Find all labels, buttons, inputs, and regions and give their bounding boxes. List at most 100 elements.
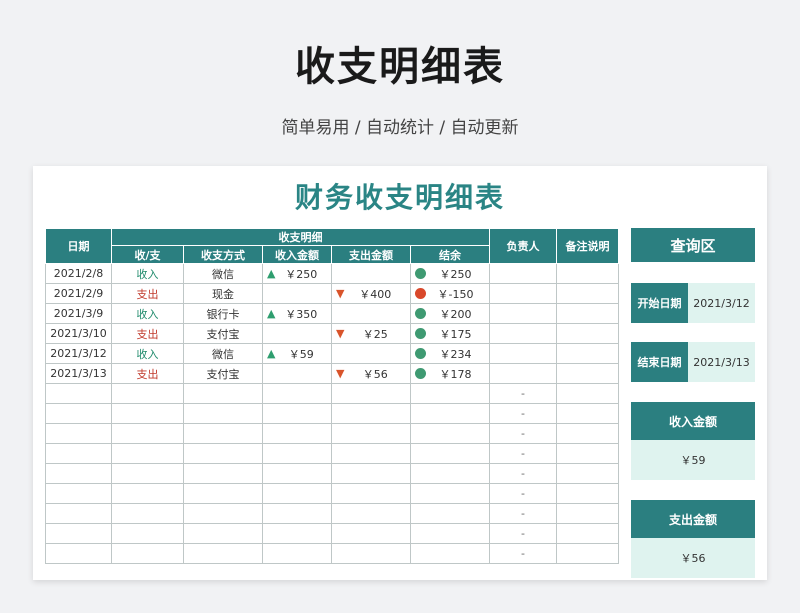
balance-cell[interactable]: ￥175 xyxy=(410,323,490,344)
balance-cell[interactable]: - xyxy=(489,423,557,444)
empty-cell[interactable] xyxy=(183,443,263,464)
empty-cell[interactable] xyxy=(556,503,619,524)
method-cell[interactable]: 微信 xyxy=(183,263,263,284)
empty-cell[interactable] xyxy=(331,383,411,404)
empty-cell[interactable] xyxy=(262,443,332,464)
owner-cell[interactable] xyxy=(489,263,557,284)
empty-cell[interactable] xyxy=(410,383,490,404)
note-cell[interactable] xyxy=(556,263,619,284)
empty-cell[interactable] xyxy=(183,463,263,484)
balance-cell[interactable]: ￥178 xyxy=(410,363,490,384)
empty-cell[interactable] xyxy=(410,483,490,504)
balance-cell[interactable]: - xyxy=(489,463,557,484)
empty-cell[interactable] xyxy=(556,463,619,484)
method-cell[interactable]: 支付宝 xyxy=(183,363,263,384)
balance-cell[interactable]: - xyxy=(489,443,557,464)
empty-cell[interactable] xyxy=(331,543,411,564)
method-cell[interactable]: 支付宝 xyxy=(183,323,263,344)
empty-cell[interactable] xyxy=(111,463,184,484)
owner-cell[interactable] xyxy=(489,323,557,344)
empty-cell[interactable] xyxy=(556,543,619,564)
balance-cell[interactable]: - xyxy=(489,503,557,524)
balance-cell[interactable]: ￥250 xyxy=(410,263,490,284)
empty-cell[interactable] xyxy=(45,503,112,524)
empty-cell[interactable] xyxy=(45,403,112,424)
empty-cell[interactable] xyxy=(45,423,112,444)
empty-cell[interactable] xyxy=(331,443,411,464)
method-cell[interactable]: 微信 xyxy=(183,343,263,364)
type-cell[interactable]: 支出 xyxy=(111,323,184,344)
empty-cell[interactable] xyxy=(410,523,490,544)
empty-cell[interactable] xyxy=(183,483,263,504)
note-cell[interactable] xyxy=(556,283,619,304)
owner-cell[interactable] xyxy=(489,303,557,324)
empty-cell[interactable] xyxy=(183,523,263,544)
empty-cell[interactable] xyxy=(556,403,619,424)
expense-cell[interactable] xyxy=(331,263,411,284)
empty-cell[interactable] xyxy=(331,463,411,484)
type-cell[interactable]: 支出 xyxy=(111,283,184,304)
empty-cell[interactable] xyxy=(556,423,619,444)
empty-cell[interactable] xyxy=(111,383,184,404)
empty-cell[interactable] xyxy=(45,463,112,484)
income-cell[interactable]: ▲ ￥250 xyxy=(262,263,332,284)
type-cell[interactable]: 支出 xyxy=(111,363,184,384)
empty-cell[interactable] xyxy=(331,503,411,524)
empty-cell[interactable] xyxy=(262,523,332,544)
owner-cell[interactable] xyxy=(489,363,557,384)
balance-cell[interactable]: ￥200 xyxy=(410,303,490,324)
empty-cell[interactable] xyxy=(410,423,490,444)
balance-cell[interactable]: - xyxy=(489,403,557,424)
date-cell[interactable]: 2021/3/13 xyxy=(45,363,112,384)
empty-cell[interactable] xyxy=(111,523,184,544)
expense-cell[interactable]: ▼ ￥400 xyxy=(331,283,411,304)
empty-cell[interactable] xyxy=(331,403,411,424)
date-cell[interactable]: 2021/3/10 xyxy=(45,323,112,344)
empty-cell[interactable] xyxy=(410,503,490,524)
empty-cell[interactable] xyxy=(183,383,263,404)
empty-cell[interactable] xyxy=(45,443,112,464)
empty-cell[interactable] xyxy=(183,543,263,564)
empty-cell[interactable] xyxy=(45,383,112,404)
empty-cell[interactable] xyxy=(556,523,619,544)
empty-cell[interactable] xyxy=(45,483,112,504)
date-cell[interactable]: 2021/2/9 xyxy=(45,283,112,304)
balance-cell[interactable]: - xyxy=(489,523,557,544)
method-cell[interactable]: 现金 xyxy=(183,283,263,304)
empty-cell[interactable] xyxy=(262,403,332,424)
empty-cell[interactable] xyxy=(183,403,263,424)
expense-cell[interactable] xyxy=(331,343,411,364)
empty-cell[interactable] xyxy=(183,423,263,444)
empty-cell[interactable] xyxy=(262,543,332,564)
start-date-value[interactable]: 2021/3/12 xyxy=(688,283,755,323)
empty-cell[interactable] xyxy=(45,543,112,564)
balance-cell[interactable]: - xyxy=(489,383,557,404)
empty-cell[interactable] xyxy=(331,423,411,444)
balance-cell[interactable]: - xyxy=(489,543,557,564)
note-cell[interactable] xyxy=(556,343,619,364)
type-cell[interactable]: 收入 xyxy=(111,343,184,364)
empty-cell[interactable] xyxy=(111,423,184,444)
empty-cell[interactable] xyxy=(262,383,332,404)
income-cell[interactable]: ▲ ￥59 xyxy=(262,343,332,364)
type-cell[interactable]: 收入 xyxy=(111,263,184,284)
empty-cell[interactable] xyxy=(410,443,490,464)
empty-cell[interactable] xyxy=(111,443,184,464)
empty-cell[interactable] xyxy=(111,403,184,424)
empty-cell[interactable] xyxy=(410,463,490,484)
empty-cell[interactable] xyxy=(556,483,619,504)
income-cell[interactable]: ▲ ￥350 xyxy=(262,303,332,324)
income-cell[interactable] xyxy=(262,283,332,304)
expense-cell[interactable]: ▼ ￥25 xyxy=(331,323,411,344)
income-cell[interactable] xyxy=(262,363,332,384)
income-cell[interactable] xyxy=(262,323,332,344)
empty-cell[interactable] xyxy=(45,523,112,544)
expense-cell[interactable]: ▼ ￥56 xyxy=(331,363,411,384)
date-cell[interactable]: 2021/3/12 xyxy=(45,343,112,364)
empty-cell[interactable] xyxy=(331,483,411,504)
empty-cell[interactable] xyxy=(410,543,490,564)
balance-cell[interactable]: ￥234 xyxy=(410,343,490,364)
note-cell[interactable] xyxy=(556,363,619,384)
balance-cell[interactable]: - xyxy=(489,483,557,504)
empty-cell[interactable] xyxy=(111,503,184,524)
